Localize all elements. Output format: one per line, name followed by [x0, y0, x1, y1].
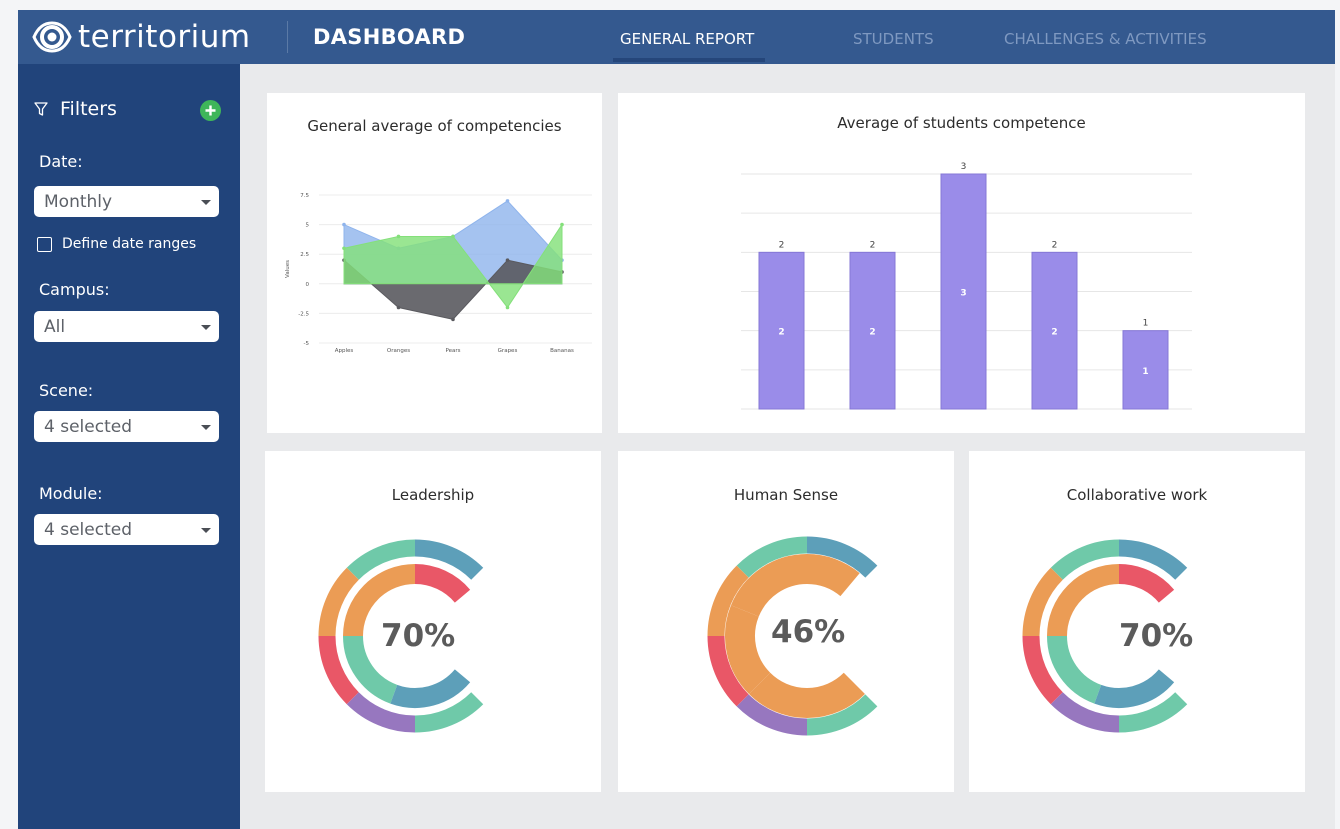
y-axis-label: Values	[285, 260, 291, 278]
area-point	[505, 305, 510, 310]
y-tick-label: 2.5	[300, 252, 309, 258]
active-tab-indicator	[613, 58, 765, 62]
chevron-down-icon	[201, 528, 211, 533]
ring-segment	[1047, 635, 1102, 704]
y-tick-label: 7.5	[300, 193, 309, 199]
tab-challenges-activities[interactable]: CHALLENGES & ACTIVITIES	[1004, 30, 1207, 48]
ring-segment	[806, 554, 860, 597]
ring-segment	[414, 564, 471, 603]
scene-label: Scene:	[39, 381, 94, 400]
bar-inner-label: 1	[1142, 367, 1148, 377]
area-point	[342, 222, 346, 227]
area-point	[505, 258, 510, 262]
campus-select-value: All	[44, 317, 66, 337]
x-tick-label: Grapes	[498, 348, 518, 354]
bar-inner-label: 2	[1051, 328, 1057, 338]
ring-segment	[730, 554, 808, 618]
bar-chart: 2 2 2 2 3 3 2 2 1 1	[741, 162, 1192, 410]
chevron-down-icon	[201, 200, 211, 205]
checkbox-box[interactable]	[37, 236, 52, 252]
module-label: Module:	[39, 484, 103, 503]
x-tick-label: Pears	[445, 348, 460, 354]
filters-title: Filters	[60, 98, 117, 120]
date-label: Date:	[39, 152, 83, 171]
collaborative-work-card: Collaborative work 70%	[969, 451, 1305, 792]
filter-icon	[34, 102, 48, 116]
bar-value-label: 2	[870, 240, 876, 250]
area-point	[451, 317, 455, 322]
bar-value-label: 2	[779, 240, 785, 250]
x-tick-label: Bananas	[550, 348, 574, 354]
chevron-down-icon	[201, 325, 211, 330]
date-select-value: Monthly	[44, 192, 113, 212]
area-chart: 7.5 5 2.5 0 -2.5 -5 Values Apples Oranges Pears Gr…	[285, 193, 592, 354]
x-tick-label: Oranges	[387, 348, 410, 354]
module-select-value: 4 selected	[44, 520, 132, 540]
top-navigation-bar: territorium DASHBOARD GENERAL REPORT STU…	[18, 10, 1335, 64]
bar-value-label: 3	[961, 162, 967, 172]
x-tick-label: Apples	[335, 348, 354, 354]
add-filter-button[interactable]	[200, 100, 221, 121]
header-divider	[287, 21, 288, 53]
area-point	[396, 305, 401, 310]
brand-name: territorium	[78, 19, 251, 55]
bar-inner-label: 2	[778, 328, 784, 338]
ring-segment	[390, 669, 471, 708]
general-average-card: General average of competencies 7.5 5 2.5 0…	[267, 93, 602, 433]
plus-icon	[205, 105, 216, 116]
bar-value-label: 2	[1052, 240, 1058, 250]
scene-select-value: 4 selected	[44, 417, 132, 437]
leadership-card: Leadership 70%	[265, 451, 601, 792]
date-select[interactable]: Monthly	[34, 186, 219, 217]
y-tick-label: 5	[306, 223, 310, 229]
ring-segment	[1094, 669, 1175, 708]
y-tick-label: 0	[306, 282, 310, 288]
campus-select[interactable]: All	[34, 311, 219, 342]
define-date-ranges-label: Define date ranges	[62, 236, 197, 252]
area-point	[451, 234, 455, 239]
filters-sidebar: Filters Date: Monthly Define date ranges…	[18, 64, 240, 829]
ring-segment	[749, 672, 865, 718]
campus-label: Campus:	[39, 280, 110, 299]
eye-logo-icon	[32, 21, 72, 53]
tab-students[interactable]: STUDENTS	[853, 30, 934, 48]
app-frame: territorium DASHBOARD GENERAL REPORT STU…	[18, 10, 1335, 829]
area-point	[396, 234, 401, 239]
brand-logo[interactable]: territorium	[32, 14, 251, 60]
ring-segment	[1118, 564, 1175, 603]
ring-segment	[725, 605, 771, 694]
page-title: DASHBOARD	[313, 25, 466, 49]
define-date-ranges-checkbox[interactable]: Define date ranges	[37, 236, 196, 252]
y-tick-label: -2.5	[298, 311, 309, 317]
gauge-percentage: 70%	[1119, 618, 1194, 654]
human-sense-card: Human Sense 46%	[618, 451, 954, 792]
module-select[interactable]: 4 selected	[34, 514, 219, 545]
area-point	[560, 222, 564, 227]
filters-header: Filters	[34, 98, 117, 120]
gauge-percentage: 70%	[381, 618, 456, 654]
scene-select[interactable]: 4 selected	[34, 411, 219, 442]
ring-segment	[1047, 564, 1120, 637]
chevron-down-icon	[201, 425, 211, 430]
y-tick-label: -5	[304, 341, 310, 347]
area-point	[342, 246, 346, 251]
gauge-percentage: 46%	[771, 614, 846, 650]
bar-value-label: 1	[1143, 319, 1149, 329]
bar-inner-label: 2	[869, 328, 875, 338]
bar-inner-label: 3	[960, 289, 966, 299]
students-competence-card: Average of students competence 222233221…	[618, 93, 1305, 433]
area-point	[505, 199, 510, 203]
tab-general-report[interactable]: GENERAL REPORT	[620, 30, 754, 48]
